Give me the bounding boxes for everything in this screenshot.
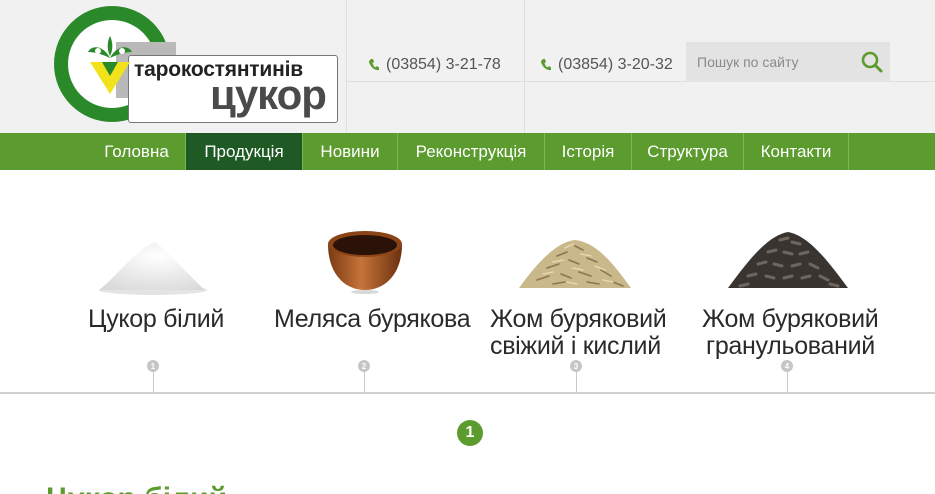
product-title-3-line1[interactable]: Жом буряковий (490, 305, 667, 334)
product-title-4-line2[interactable]: гранульований (706, 332, 875, 361)
product-title-1[interactable]: Цукор білий (88, 305, 224, 334)
product-title-3-line2[interactable]: свіжий і кислий (490, 332, 661, 361)
timeline-stem (576, 372, 577, 393)
nav-item-label: Новини (320, 141, 380, 161)
timeline-marker-4[interactable]: 4 (781, 360, 793, 372)
phone-1[interactable]: (03854) 3-21-78 (368, 56, 501, 74)
nav-item-news[interactable]: Новини (302, 133, 397, 170)
site-logo[interactable]: тарокостянтинів цукор (54, 6, 340, 124)
product-title-2[interactable]: Меляса бурякова (274, 305, 471, 334)
timeline-marker-3[interactable]: 3 (570, 360, 582, 372)
nav-item-label: Контакти (760, 141, 832, 161)
selected-product-badge: 1 (457, 420, 483, 446)
pellets-image[interactable] (726, 228, 850, 294)
timeline-stem (787, 372, 788, 393)
main-nav: Головна Продукція Новини Реконструкція І… (0, 133, 935, 170)
timeline-stem (364, 372, 365, 393)
section-title: Цукор білий (46, 482, 227, 494)
logo-text-line2: цукор (210, 71, 327, 118)
sugar-pile-image[interactable] (95, 238, 209, 296)
nav-item-history[interactable]: Історія (544, 133, 631, 170)
nav-item-label: Історія (561, 141, 615, 161)
phone-icon (541, 59, 551, 71)
beet-pulp-image[interactable] (517, 236, 633, 292)
molasses-bowl-image[interactable] (325, 226, 405, 294)
header-divider (346, 0, 347, 133)
timeline-stem (153, 372, 154, 393)
search-icon[interactable] (860, 50, 884, 74)
nav-item-products[interactable]: Продукція (185, 133, 302, 170)
nav-item-structure[interactable]: Структура (631, 133, 743, 170)
timeline-marker-1[interactable]: 1 (147, 360, 159, 372)
timeline-marker-2[interactable]: 2 (358, 360, 370, 372)
nav-item-label: Головна (104, 141, 169, 161)
nav-item-label: Продукція (204, 141, 284, 161)
phone-icon (369, 59, 379, 71)
site-header: тарокостянтинів цукор (03854) 3-21-78 (0… (0, 0, 935, 133)
search-box (686, 42, 890, 82)
product-title-4-line1[interactable]: Жом буряковий (702, 305, 879, 334)
phone-1-number: (03854) 3-21-78 (386, 56, 501, 73)
search-input[interactable] (686, 42, 854, 82)
nav-item-contacts[interactable]: Контакти (743, 133, 849, 170)
phone-2-number: (03854) 3-20-32 (558, 56, 673, 73)
nav-item-reconstruction[interactable]: Реконструкція (397, 133, 544, 170)
phone-2[interactable]: (03854) 3-20-32 (540, 56, 673, 74)
timeline-line (0, 392, 935, 394)
header-divider (524, 0, 525, 133)
nav-item-home[interactable]: Головна (88, 133, 185, 170)
nav-item-label: Реконструкція (415, 141, 527, 161)
nav-item-label: Структура (647, 141, 728, 161)
logo-sprout-icon (88, 36, 132, 94)
